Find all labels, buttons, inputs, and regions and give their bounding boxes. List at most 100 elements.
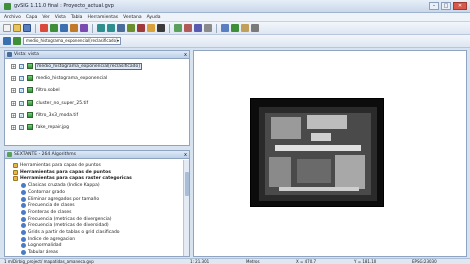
raster-tools-icon[interactable]	[221, 24, 229, 32]
expand-icon[interactable]: +	[11, 124, 16, 130]
algorithm-icon	[21, 216, 26, 222]
toc-layer[interactable]: + ✓ medio_histograma_exponencial[reclasi…	[11, 62, 143, 70]
algorithm-label: Frecuencia (metricas de divergencia)	[28, 216, 112, 222]
algorithm-label: Herramientas para capas de puntos	[20, 163, 101, 168]
layer-label: medio_histograma_exponencial[reclasifica…	[34, 62, 143, 70]
algorithm-item[interactable]: Clasicas cruzada (Indice Kappa)	[21, 183, 100, 189]
maximize-button[interactable]: □	[441, 2, 451, 10]
layer-label: filtro_3x3_moda.tif	[36, 112, 79, 118]
folder-icon	[13, 176, 18, 182]
layer-combo[interactable]: medio_histograma_exponencial[reclasifica…	[23, 37, 121, 45]
menu-ayuda[interactable]: Ayuda	[147, 15, 161, 20]
zoom-in-icon[interactable]	[97, 24, 105, 32]
pan-icon[interactable]	[127, 24, 135, 32]
menu-archivo[interactable]: Archivo	[4, 15, 21, 20]
zoom-out-icon[interactable]	[107, 24, 115, 32]
raster-layer-icon	[27, 87, 33, 93]
algorithm-icon	[21, 223, 26, 229]
sextante-close-icon[interactable]: x	[184, 152, 187, 158]
algorithm-item[interactable]: Grids a partir de tablas o grid clasific…	[21, 230, 120, 235]
filter-icon[interactable]	[241, 24, 249, 32]
expand-icon[interactable]: +	[11, 112, 16, 118]
algorithm-item[interactable]: Herramientas para capas de puntos	[13, 169, 111, 175]
add-layer-icon[interactable]	[40, 24, 48, 32]
map-view[interactable]	[193, 50, 467, 257]
algorithm-item[interactable]: Frecuencia de clases	[21, 203, 75, 209]
algorithm-item[interactable]: Herramientas para capas raster categoric…	[13, 176, 132, 182]
toc-header: Vista: vista x	[5, 51, 189, 59]
layer-checkbox[interactable]: ✓	[19, 100, 24, 106]
layer-checkbox[interactable]: ✓	[19, 124, 24, 130]
layer-checkbox[interactable]: ✓	[19, 87, 24, 93]
algorithm-item[interactable]: Frecuencia (metricas de diversidad)	[21, 223, 109, 229]
histogram-icon[interactable]	[231, 24, 239, 32]
raster-icon[interactable]	[50, 24, 58, 32]
algorithm-item[interactable]: Fronteras de clases	[21, 209, 72, 215]
layer-combo-value: medio_histograma_exponencial[reclasifica…	[26, 38, 118, 43]
algorithm-item[interactable]: Eliminar agregados por tamaño	[21, 196, 99, 202]
layer-checkbox[interactable]: ✓	[19, 75, 24, 81]
history-icon[interactable]	[194, 24, 202, 32]
sextante-icon[interactable]	[174, 24, 182, 32]
algorithm-item[interactable]: Herramientas para capas de puntos	[13, 163, 101, 168]
toc-close-icon[interactable]: x	[184, 52, 187, 58]
command-icon[interactable]	[204, 24, 212, 32]
algorithm-icon	[21, 230, 26, 235]
close-button[interactable]: ✕	[453, 2, 467, 10]
table-icon[interactable]	[70, 24, 78, 32]
menu-herramientas[interactable]: Herramientas	[87, 15, 118, 20]
algorithm-item[interactable]: Frecuencia (metricas de divergencia)	[21, 216, 112, 222]
measure-icon[interactable]	[157, 24, 165, 32]
sextante-title: SEXTANTE - 264 Algorithms	[14, 152, 77, 157]
expand-icon[interactable]: +	[11, 100, 16, 106]
toc-title: Vista: vista	[14, 52, 39, 57]
sextante-icon	[7, 152, 12, 157]
clip-icon[interactable]	[251, 24, 259, 32]
model-icon[interactable]	[184, 24, 192, 32]
menu-ver[interactable]: Ver	[42, 15, 49, 20]
sextante-header: SEXTANTE - 264 Algorithms x	[5, 151, 189, 159]
layer-checkbox[interactable]: ✓	[19, 112, 24, 118]
save-icon[interactable]	[23, 24, 31, 32]
menu-vista[interactable]: Vista	[55, 15, 66, 20]
algorithm-item[interactable]: Contornar grado	[21, 189, 65, 195]
toc-layer[interactable]: + ✓ fake_repair.jpg	[11, 124, 69, 130]
menu-tabla[interactable]: Tabla	[71, 15, 83, 20]
expand-icon[interactable]: +	[11, 63, 16, 69]
toc-layer[interactable]: + ✓ filtro.sobel	[11, 87, 60, 93]
folder-icon	[13, 169, 18, 175]
raster-layer-icon	[13, 37, 21, 45]
toc-layer[interactable]: + ✓ filtro_3x3_moda.tif	[11, 112, 78, 118]
raster-layer-icon	[27, 100, 33, 106]
expand-icon[interactable]: +	[11, 75, 16, 81]
minimize-button[interactable]: –	[429, 2, 439, 10]
raster-layer-icon	[27, 75, 33, 81]
open-icon[interactable]	[13, 24, 21, 32]
layout-icon[interactable]	[80, 24, 88, 32]
algorithm-icon	[21, 236, 26, 242]
toc-layer[interactable]: + ✓ medio_histograma_exponencial	[11, 75, 107, 81]
view-icon	[7, 52, 12, 57]
raster-image	[250, 98, 384, 207]
menu-capa[interactable]: Capa	[26, 15, 38, 20]
info-icon[interactable]	[147, 24, 155, 32]
sextante-panel: SEXTANTE - 264 Algorithms x Herramientas…	[4, 150, 190, 257]
layer-checkbox[interactable]: ✓	[19, 63, 24, 69]
algorithm-item[interactable]: Tabular áreas	[21, 250, 58, 256]
tree-scrollbar[interactable]	[183, 160, 189, 256]
chevron-down-icon: ▾	[116, 38, 119, 43]
layer-select-icon[interactable]	[3, 37, 11, 45]
expand-icon[interactable]: +	[11, 87, 16, 93]
toc-layer[interactable]: + ✓ cluster_no_super_25.tif	[11, 100, 88, 106]
window-controls: – □ ✕	[429, 2, 467, 10]
menu-ventana[interactable]: Ventana	[123, 15, 141, 20]
algorithm-label: Frecuencia de clases	[28, 203, 75, 209]
zoom-full-icon[interactable]	[117, 24, 125, 32]
select-icon[interactable]	[137, 24, 145, 32]
algorithm-item[interactable]: Indice de agregacion	[21, 236, 75, 242]
algorithm-icon	[21, 203, 26, 209]
vector-icon[interactable]	[60, 24, 68, 32]
scrollbar-thumb[interactable]	[185, 172, 189, 196]
new-icon[interactable]	[3, 24, 11, 32]
algorithm-item[interactable]: Lognormalidad	[21, 243, 62, 249]
